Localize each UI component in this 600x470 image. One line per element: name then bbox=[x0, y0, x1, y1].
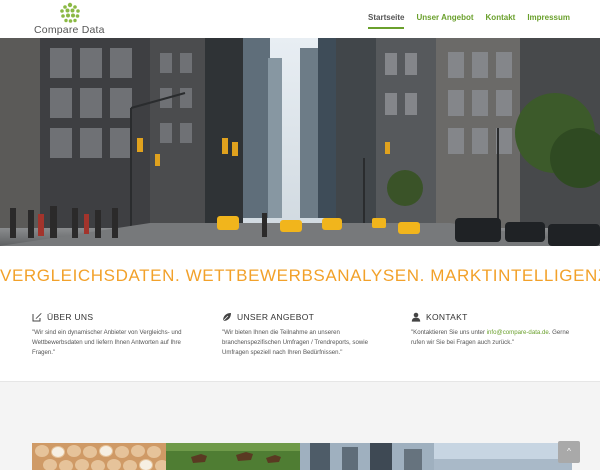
nav-item-startseite[interactable]: Startseite bbox=[368, 13, 405, 29]
horses-image bbox=[166, 443, 300, 470]
back-to-top-button[interactable]: ^ bbox=[558, 441, 580, 463]
site-header: Compare Data Startseite Unser Angebot Ko… bbox=[0, 0, 600, 38]
logo-dots-icon bbox=[60, 2, 80, 23]
nav-item-impressum[interactable]: Impressum bbox=[527, 13, 570, 29]
logo-text: Compare Data bbox=[34, 24, 105, 36]
user-icon bbox=[411, 312, 421, 322]
gallery-sky-image[interactable] bbox=[434, 443, 572, 470]
tagline: VERGLEICHSDATEN. WETTBEWERBSANALYSEN. MA… bbox=[0, 266, 600, 285]
nav-item-kontakt[interactable]: Kontakt bbox=[486, 13, 516, 29]
nav-item-unser-angebot[interactable]: Unser Angebot bbox=[416, 13, 473, 29]
feature-text: "Wir sind ein dynamischer Anbieter von V… bbox=[32, 329, 182, 356]
feature-title: KONTAKT bbox=[426, 312, 468, 322]
contact-text-before: "Kontaktieren Sie uns unter bbox=[411, 329, 487, 336]
city-street-image bbox=[0, 38, 600, 246]
main-nav: Startseite Unser Angebot Kontakt Impress… bbox=[368, 13, 570, 29]
chevron-up-icon: ^ bbox=[567, 447, 571, 456]
feature-ueber-uns: ÜBER UNS "Wir sind ein dynamischer Anbie… bbox=[32, 310, 202, 358]
features: ÜBER UNS "Wir sind ein dynamischer Anbie… bbox=[32, 310, 572, 376]
gallery-city-image[interactable] bbox=[300, 443, 434, 470]
city-image bbox=[300, 443, 434, 470]
edit-icon bbox=[32, 313, 42, 322]
eggs-image bbox=[35, 445, 166, 470]
leaf-icon bbox=[222, 313, 231, 322]
feature-text: "Kontaktieren Sie uns unter info@compare… bbox=[411, 328, 581, 348]
gallery-eggs-image[interactable] bbox=[32, 443, 166, 470]
sky-image bbox=[434, 443, 572, 470]
feature-text: "Wir bieten Ihnen die Teilnahme an unser… bbox=[222, 329, 368, 356]
logo[interactable]: Compare Data bbox=[34, 2, 108, 36]
hero-image bbox=[0, 38, 600, 246]
feature-title: ÜBER UNS bbox=[47, 312, 94, 322]
gallery bbox=[32, 443, 572, 470]
feature-title: UNSER ANGEBOT bbox=[237, 312, 315, 322]
gallery-horses-image[interactable] bbox=[166, 443, 300, 470]
email-link[interactable]: info@compare-data.de bbox=[487, 329, 549, 336]
feature-kontakt: KONTAKT "Kontaktieren Sie uns unter info… bbox=[411, 310, 581, 348]
feature-unser-angebot: UNSER ANGEBOT "Wir bieten Ihnen die Teil… bbox=[222, 310, 392, 358]
